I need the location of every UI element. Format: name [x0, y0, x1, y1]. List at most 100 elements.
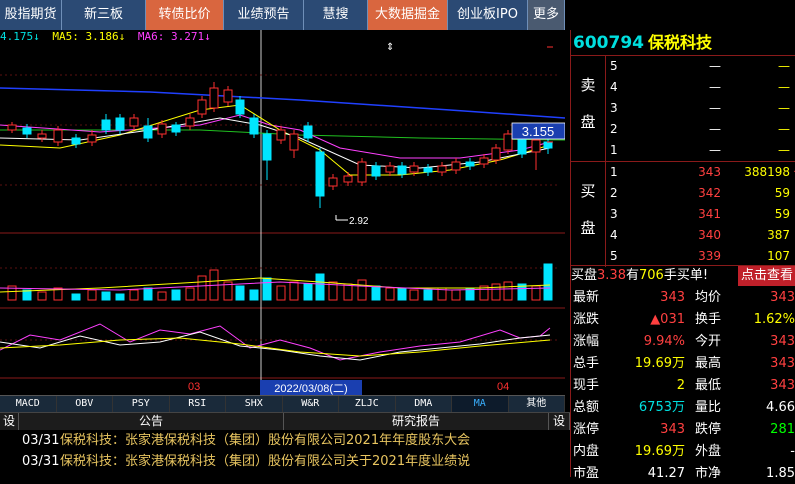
quote-panel: 600794 保税科技 卖 盘 5— —4— —3— —2— —1— — 买 盘 1 343 3… — [570, 30, 795, 481]
candle — [157, 123, 167, 135]
candle — [7, 124, 17, 131]
news-item[interactable]: 03/31保税科技：张家港保税科技（集团）股份有限公司2021年年度股东大会 — [0, 430, 570, 451]
quote-value: 4.66 — [766, 400, 795, 415]
quote-label: 换手 — [695, 312, 722, 327]
level-volume: 59 — [774, 207, 790, 221]
quote-row: 总手 19.69万 最高 343 — [571, 352, 795, 374]
level-number: 3 — [610, 207, 618, 221]
candle — [531, 139, 541, 153]
nav-tab-4[interactable]: 慧搜 — [304, 0, 368, 30]
buy-level-row[interactable]: 2 342 59 — [606, 183, 795, 204]
news-title[interactable]: 保税科技：张家港保税科技（集团）股份有限公司2021年年度股东大会 — [60, 433, 470, 448]
volume-bar — [115, 293, 125, 301]
quote-label: 最新 — [573, 290, 600, 305]
candle — [235, 99, 245, 115]
sell-level-row[interactable]: 4 — — — [606, 77, 795, 98]
quote-label: 涨跌 — [573, 312, 600, 327]
level-price: 342 — [698, 186, 721, 200]
level-price: — — [709, 122, 721, 136]
sell-level-row[interactable]: 1 — — — [606, 140, 795, 161]
buy-orderbook: 买 盘 1343388198+3234259334159434038753391… — [571, 161, 795, 267]
volume-bar — [276, 285, 286, 301]
quote-label: 总额 — [573, 400, 600, 415]
nav-tab-2[interactable]: 转债比价 — [146, 0, 224, 30]
news-date: 03/31 — [22, 454, 60, 469]
nav-tab-3[interactable]: 业绩预告 — [224, 0, 304, 30]
indicator-tab-5[interactable]: W&R — [282, 396, 339, 413]
volume-bar — [371, 285, 381, 301]
candle — [223, 89, 233, 103]
low-price-label: 2.92 — [349, 216, 369, 227]
candlestick-chart[interactable]: 3.155 2.92 ⇕ 03 04 2022/03/08(二) — [0, 30, 565, 395]
buy-level-row[interactable]: 3 341 59 — [606, 204, 795, 225]
volume-bar — [185, 287, 195, 301]
level-number: 4 — [610, 80, 618, 94]
candle — [303, 125, 313, 139]
indicator-tab-2[interactable]: PSY — [113, 396, 170, 413]
candle — [209, 87, 219, 109]
buy-level-row[interactable]: 1343388198+3 — [606, 162, 795, 183]
candle — [357, 161, 367, 183]
volume-bar — [289, 281, 299, 301]
level-number: 2 — [610, 122, 618, 136]
quote-value: - — [790, 444, 795, 459]
volume-bar — [37, 291, 47, 301]
tab-announcements[interactable]: 公告 — [19, 413, 284, 430]
nav-tab-7[interactable]: 更多 — [528, 0, 565, 30]
volume-bar — [303, 283, 313, 301]
quote-label: 跌停 — [695, 422, 722, 437]
quote-value: 19.69万 — [634, 444, 685, 459]
volume-bar — [543, 263, 553, 301]
news-title[interactable]: 保税科技：张家港保税科技（集团）股份有限公司关于2021年度业绩说 — [60, 454, 470, 469]
quote-value: 281 — [770, 422, 795, 437]
volume-bar — [357, 279, 367, 301]
quote-row: 涨跌 ▲031 换手 1.62% — [571, 308, 795, 330]
quote-row: 市盈 41.27 市净 1.85 — [571, 462, 795, 484]
indicator-tab-4[interactable]: SHX — [226, 396, 283, 413]
quote-label: 内盘 — [573, 444, 600, 459]
candle — [71, 137, 81, 145]
indicator-tab-9[interactable]: 其他 — [508, 396, 565, 413]
level-volume: — — [778, 143, 790, 157]
news-settings-left[interactable]: 设 — [0, 413, 19, 430]
news-settings-right[interactable]: 设 — [549, 413, 570, 430]
sell-level-row[interactable]: 5 — — — [606, 56, 795, 77]
level-volume: — — [778, 101, 790, 115]
volume-bar — [343, 283, 353, 301]
buy-level-row[interactable]: 4 340 387 — [606, 225, 795, 246]
candle — [479, 157, 489, 165]
candle — [197, 99, 207, 115]
quote-row: 最新 343 均价 343 — [571, 286, 795, 308]
indicator-tab-3[interactable]: RSI — [169, 396, 226, 413]
tab-research-report[interactable]: 研究报告 — [284, 413, 550, 430]
quote-value: 343 — [770, 290, 795, 305]
candle — [22, 127, 32, 135]
nav-tab-5[interactable]: 大数据掘金 — [368, 0, 448, 30]
nav-tab-0[interactable]: 股指期货 — [0, 0, 62, 30]
news-panel: 设 公告 研究报告 设 03/31保税科技：张家港保税科技（集团）股份有限公司2… — [0, 412, 570, 478]
indicator-tab-7[interactable]: DMA — [395, 396, 452, 413]
quote-row: 内盘 19.69万 外盘 - — [571, 440, 795, 462]
indicator-tab-1[interactable]: OBV — [56, 396, 113, 413]
candle — [465, 161, 475, 167]
order-alert: 买盘3.38有706手买单! 点击查看 — [571, 265, 795, 286]
candle — [437, 165, 447, 173]
news-item[interactable]: 03/31保税科技：张家港保税科技（集团）股份有限公司关于2021年度业绩说 — [0, 451, 570, 472]
quote-value: 1.85 — [766, 466, 795, 481]
candle — [143, 125, 153, 139]
candle — [87, 134, 97, 143]
sell-level-row[interactable]: 3 — — — [606, 98, 795, 119]
candle — [101, 119, 111, 131]
indicator-tab-8[interactable]: MA — [452, 396, 509, 413]
indicator-tab-0[interactable]: MACD — [0, 396, 57, 413]
nav-tab-1[interactable]: 新三板 — [62, 0, 146, 30]
sell-level-row[interactable]: 2 — — — [606, 119, 795, 140]
view-detail-button[interactable]: 点击查看 — [737, 266, 795, 286]
quote-row: 涨幅 9.94% 今开 343 — [571, 330, 795, 352]
indicator-tab-6[interactable]: ZLJC — [339, 396, 396, 413]
buy-level-row[interactable]: 5 339 107 — [606, 246, 795, 267]
nav-tab-6[interactable]: 创业板IPO — [448, 0, 528, 30]
quote-value: 41.27 — [647, 466, 685, 481]
volume-bar — [101, 291, 111, 301]
volume-bar — [451, 289, 461, 301]
